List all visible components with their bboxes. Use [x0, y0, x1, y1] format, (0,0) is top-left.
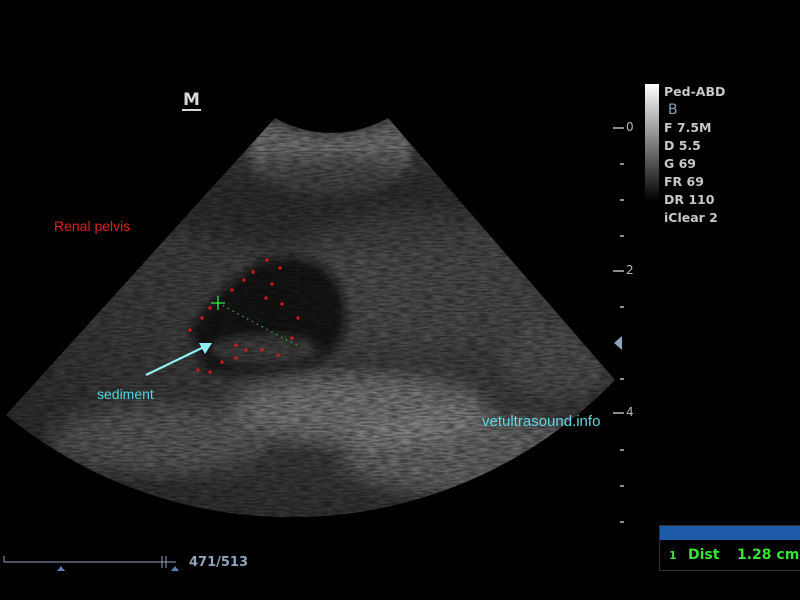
depth-label-2: 2 — [626, 263, 634, 277]
measurement-value: 1.28 cm — [737, 547, 800, 563]
measurement-panel: 1 Dist 1.28 cm — [659, 525, 800, 571]
orientation-marker: M — [182, 90, 201, 111]
renal-pelvis-label: Renal pelvis — [54, 218, 131, 234]
cine-start-marker-icon[interactable] — [57, 566, 65, 571]
depth-label-0: 0 — [626, 120, 634, 134]
preset-label[interactable]: Ped-ABD — [664, 83, 725, 101]
mode-label: B — [668, 102, 678, 118]
gain-value: G 69 — [664, 156, 697, 171]
frame-counter: 471/513 — [189, 555, 249, 570]
dynamic-range-value: DR 110 — [664, 192, 715, 207]
iclear-value: iClear 2 — [664, 210, 718, 225]
measurement-result[interactable]: 1 Dist 1.28 cm — [660, 544, 800, 568]
cine-bar[interactable] — [3, 556, 179, 571]
scan-parameters: Ped-ABD B F 7.5M D 5.5 G 69 FR 69 DR 110… — [664, 83, 725, 227]
cine-end-marker-icon[interactable] — [171, 566, 179, 571]
depth-value: D 5.5 — [664, 138, 701, 153]
depth-label-4: 4 — [626, 405, 634, 419]
frequency-value: F 7.5M — [664, 120, 712, 135]
focus-marker-icon[interactable] — [614, 336, 622, 350]
measurement-label: Dist — [688, 547, 720, 563]
sediment-label: sediment — [97, 386, 154, 402]
scan-sector — [6, 118, 615, 518]
measurement-index: 1 — [669, 549, 677, 562]
measurement-header-bar — [660, 526, 800, 540]
watermark-text: vetultrasound.info — [482, 413, 601, 430]
grayscale-bar — [645, 84, 659, 201]
depth-scale — [613, 127, 624, 523]
frame-rate-value: FR 69 — [664, 174, 704, 189]
